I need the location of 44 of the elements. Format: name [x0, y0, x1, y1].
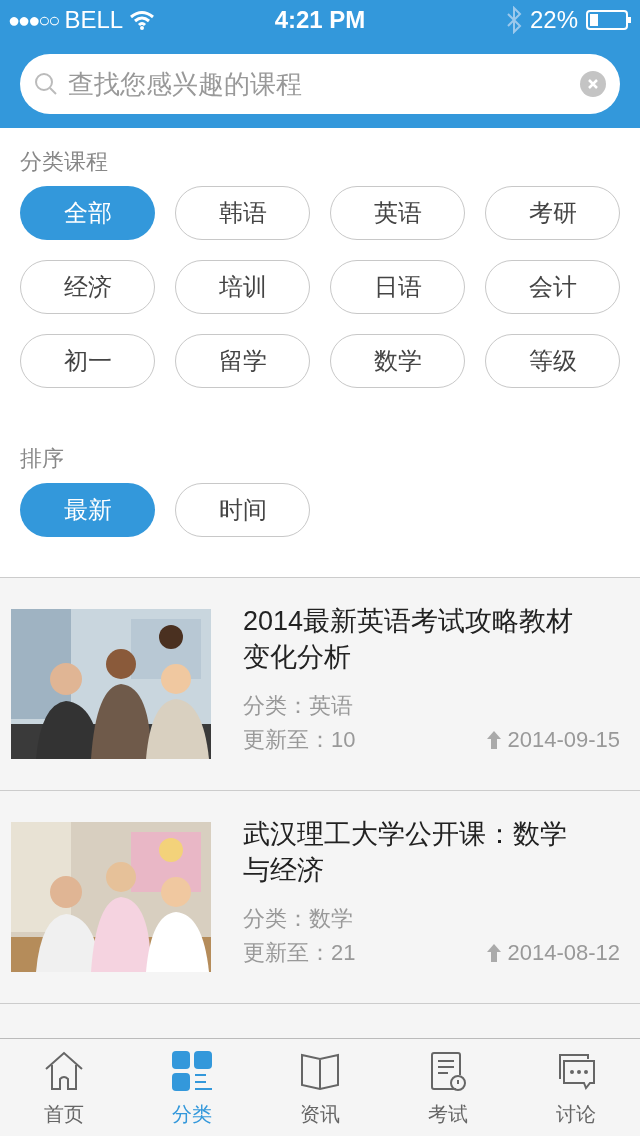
course-date: 2014-09-15 [507, 726, 620, 754]
tab-item[interactable]: 考试 [384, 1039, 512, 1136]
filter-chip[interactable]: 考研 [485, 186, 620, 240]
section-title: 分类课程 [20, 148, 109, 176]
course-category: 分类：英语 [243, 692, 354, 720]
update-count: 更新至：21 [243, 939, 356, 967]
section-title: 排序 [20, 445, 65, 473]
chat-icon [556, 1051, 596, 1091]
course-title[interactable]: 2014最新英语考试攻略教材变化分析 [243, 603, 588, 675]
filter-chip[interactable]: 数学 [330, 334, 465, 388]
tab-item[interactable]: 首页 [0, 1039, 128, 1136]
filter-chip[interactable]: 日语 [330, 260, 465, 314]
search-icon [34, 72, 58, 96]
signal-strength: ●●●○○ [8, 8, 59, 33]
update-count: 更新至：10 [243, 726, 356, 754]
filter-chip[interactable]: 留学 [175, 334, 310, 388]
tab-item[interactable]: 讨论 [512, 1039, 640, 1136]
search-input[interactable]: 查找您感兴趣的课程 [68, 64, 570, 104]
filter-chip[interactable]: 韩语 [175, 186, 310, 240]
battery-percent: 22% [529, 5, 578, 35]
filter-chip[interactable]: 初一 [20, 334, 155, 388]
battery-icon [586, 10, 632, 30]
filter-chip[interactable]: 经济 [20, 260, 155, 314]
search-field[interactable]: 查找您感兴趣的课程 [20, 54, 620, 114]
filter-chip[interactable]: 英语 [330, 186, 465, 240]
document-icon [428, 1051, 468, 1091]
clear-icon[interactable] [580, 71, 606, 97]
course-category: 分类：数学 [243, 905, 354, 933]
book-icon [300, 1051, 340, 1091]
wifi-icon [129, 10, 156, 30]
course-date: 2014-08-12 [507, 939, 620, 967]
filter-chip[interactable]: 等级 [485, 334, 620, 388]
arrow-up-icon [487, 731, 502, 749]
home-icon [44, 1051, 84, 1091]
arrow-up-icon [487, 944, 502, 962]
clock-time: 4:21 PM [274, 5, 366, 35]
filter-chip[interactable]: 时间 [175, 483, 310, 537]
bluetooth-icon [505, 6, 522, 34]
course-title[interactable]: 武汉理工大学公开课：数学与经济 [243, 816, 588, 888]
filter-chip[interactable]: 会计 [485, 260, 620, 314]
filter-chip[interactable]: 培训 [175, 260, 310, 314]
tab-item[interactable]: 资讯 [256, 1039, 384, 1136]
carrier-name: BELL [64, 5, 124, 35]
grid-icon [172, 1051, 212, 1091]
